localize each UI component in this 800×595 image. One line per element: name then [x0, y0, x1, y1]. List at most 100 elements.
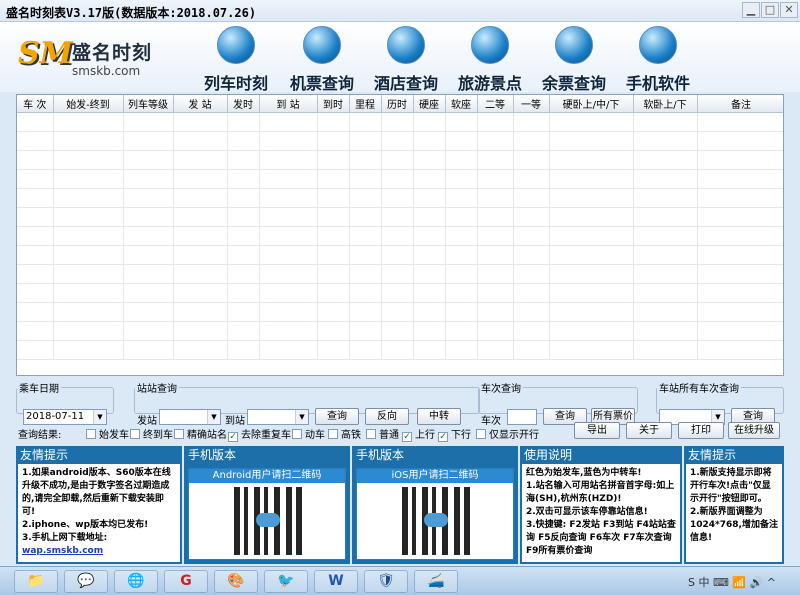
column-header[interactable]: 始发-终到 — [53, 95, 124, 113]
table-cell — [17, 226, 54, 246]
chevron-down-icon[interactable]: ▼ — [93, 410, 106, 424]
table-row[interactable] — [17, 321, 783, 341]
nav-label: 列车时刻 — [203, 74, 268, 93]
folder-icon[interactable]: 📁 — [14, 570, 58, 593]
export-button[interactable]: 导出 — [574, 422, 620, 439]
table-row[interactable] — [17, 340, 783, 360]
checkbox[interactable] — [476, 429, 486, 439]
table-cell — [227, 302, 260, 322]
column-header[interactable]: 发 站 — [173, 95, 228, 113]
minimize-button[interactable]: ▁ — [742, 2, 760, 18]
table-row[interactable] — [17, 283, 783, 303]
column-header[interactable]: 车 次 — [17, 95, 54, 113]
table-cell — [227, 283, 260, 303]
table-cell — [633, 302, 698, 322]
download-link[interactable]: wap.smskb.com — [22, 546, 103, 556]
table-cell — [413, 321, 446, 341]
table-cell — [633, 226, 698, 246]
table-cell — [413, 226, 446, 246]
nav-remaining-tickets[interactable]: 余票查询 — [534, 26, 614, 93]
about-button[interactable]: 关于 — [626, 422, 672, 439]
table-cell — [413, 340, 446, 360]
opt-remove-duplicates[interactable]: ✓ 去除重复车 — [228, 426, 291, 442]
date-picker[interactable]: 2018-07-11 ▼ — [23, 409, 107, 425]
column-header[interactable]: 硬卧上/中/下 — [549, 95, 634, 113]
to-station-combo[interactable]: ▼ — [247, 409, 309, 425]
table-cell — [697, 283, 783, 303]
table-row[interactable] — [17, 302, 783, 322]
table-cell — [349, 226, 382, 246]
table-cell — [123, 302, 174, 322]
upgrade-button[interactable]: 在线升级 — [728, 422, 780, 439]
checkbox-checked[interactable]: ✓ — [402, 432, 412, 442]
table-row[interactable] — [17, 207, 783, 227]
word-icon[interactable]: W — [314, 570, 358, 593]
checkbox[interactable] — [86, 429, 96, 439]
opt-down[interactable]: ✓ 下行 — [438, 426, 471, 442]
opt-exact-station[interactable]: 精确站名 — [174, 426, 227, 441]
table-row[interactable] — [17, 226, 783, 246]
table-row[interactable] — [17, 131, 783, 151]
column-header[interactable]: 软座 — [445, 95, 478, 113]
checkbox[interactable] — [174, 429, 184, 439]
results-table[interactable]: 车 次始发-终到 列车等级发 站发时到 站到时 里程 历时 硬座 软座 二等 一等 硬卧上/中/… — [16, 94, 784, 376]
paint-icon[interactable]: 🎨 — [214, 570, 258, 593]
table-row[interactable] — [17, 188, 783, 208]
table-cell — [445, 207, 478, 227]
nav-label: 酒店查询 — [373, 74, 438, 93]
system-tray[interactable]: S 中 ⌨ 📶 🔊 ^ — [688, 574, 776, 590]
nav-scenic[interactable]: 旅游景点 — [450, 26, 530, 93]
checkbox[interactable] — [292, 429, 302, 439]
nav-hotel[interactable]: 酒店查询 — [366, 26, 446, 93]
opt-high-speed[interactable]: 高铁 — [328, 426, 361, 441]
station-search-button[interactable]: 查询 — [315, 408, 359, 425]
opt-terminal-train[interactable]: 终到车 — [130, 426, 173, 441]
nav-flight[interactable]: 机票查询 — [282, 26, 362, 93]
column-header[interactable]: 二等 — [477, 95, 514, 113]
maximize-button[interactable]: □ — [761, 2, 779, 18]
app-g-icon[interactable]: G — [164, 570, 208, 593]
table-row[interactable] — [17, 112, 783, 132]
column-header[interactable]: 历时 — [381, 95, 414, 113]
table-cell — [549, 264, 634, 284]
table-row[interactable] — [17, 150, 783, 170]
column-header[interactable]: 发时 — [227, 95, 260, 113]
checkbox[interactable] — [328, 429, 338, 439]
opt-emu[interactable]: 动车 — [292, 426, 325, 441]
print-button[interactable]: 打印 — [678, 422, 724, 439]
column-header[interactable]: 到 站 — [259, 95, 318, 113]
column-header[interactable]: 里程 — [349, 95, 382, 113]
shield-icon[interactable]: 🛡 — [364, 570, 408, 593]
opt-running-only[interactable]: 仅显示开行 — [476, 426, 539, 441]
bird-icon[interactable]: 🐦 — [264, 570, 308, 593]
transfer-button[interactable]: 中转 — [417, 408, 461, 425]
close-button[interactable]: ✕ — [780, 2, 798, 18]
train-app-icon[interactable]: 🚄 — [414, 570, 458, 593]
checkbox-checked[interactable]: ✓ — [438, 432, 448, 442]
column-header[interactable]: 软卧上/下 — [633, 95, 698, 113]
column-header[interactable]: 到时 — [317, 95, 350, 113]
reverse-button[interactable]: 反向 — [365, 408, 409, 425]
table-cell — [633, 321, 698, 341]
column-header[interactable]: 备注 — [697, 95, 783, 113]
nav-mobile-app[interactable]: 手机软件 — [618, 26, 698, 93]
train-number-input[interactable] — [507, 409, 537, 425]
checkbox-checked[interactable]: ✓ — [228, 432, 238, 442]
checkbox[interactable] — [130, 429, 140, 439]
column-header[interactable]: 一等 — [513, 95, 550, 113]
wechat-icon[interactable]: 💬 — [64, 570, 108, 593]
table-row[interactable] — [17, 245, 783, 265]
opt-departure-train[interactable]: 始发车 — [86, 426, 129, 441]
opt-up[interactable]: ✓ 上行 — [402, 426, 435, 442]
table-row[interactable] — [17, 264, 783, 284]
from-station-combo[interactable]: ▼ — [159, 409, 221, 425]
column-header[interactable]: 硬座 — [413, 95, 446, 113]
checkbox[interactable] — [366, 429, 376, 439]
chevron-down-icon[interactable]: ▼ — [207, 410, 220, 424]
table-row[interactable] — [17, 169, 783, 189]
column-header[interactable]: 列车等级 — [123, 95, 174, 113]
opt-normal[interactable]: 普通 — [366, 426, 399, 441]
nav-train-schedule[interactable]: 列车时刻 — [196, 26, 276, 93]
chevron-down-icon[interactable]: ▼ — [295, 410, 308, 424]
browser-icon[interactable]: 🌐 — [114, 570, 158, 593]
